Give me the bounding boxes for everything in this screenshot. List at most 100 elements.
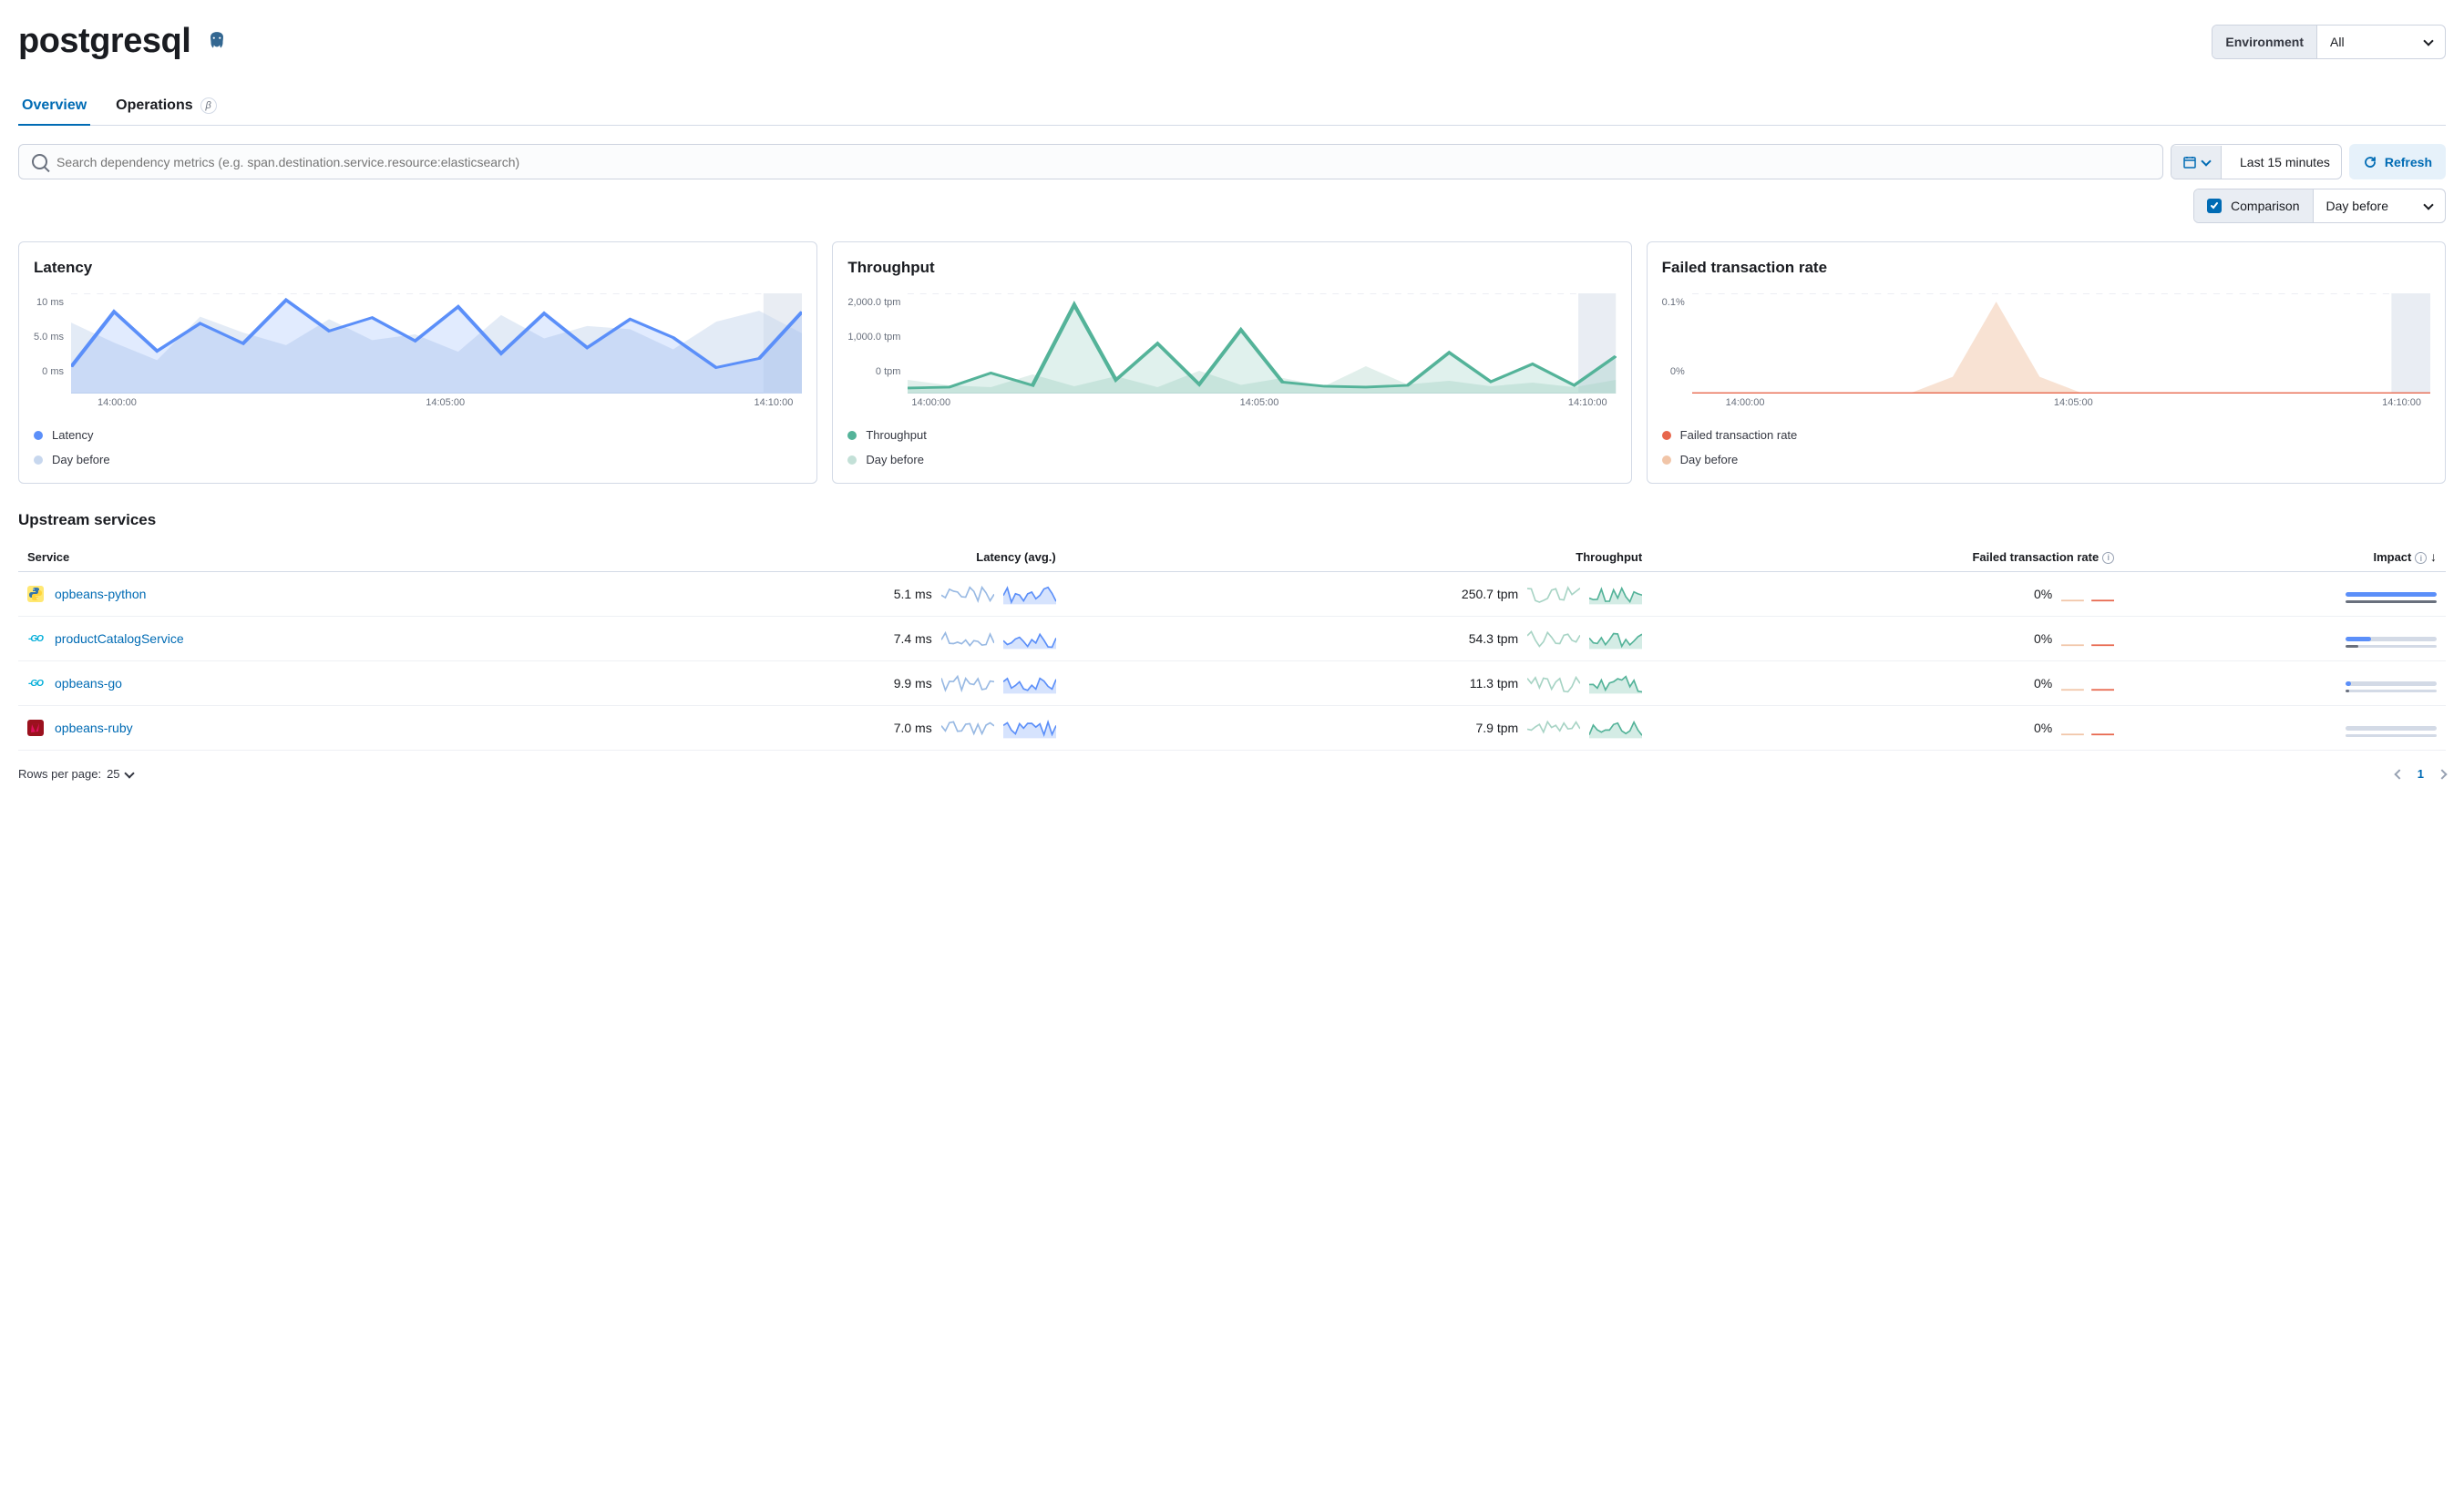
comparison-label: Comparison (2231, 199, 2299, 213)
ruby-icon (27, 720, 44, 736)
tab-operations-label: Operations (116, 97, 192, 114)
failed-value: 0% (2034, 721, 2052, 735)
throughput-value: 11.3 tpm (1470, 676, 1518, 691)
col-service[interactable]: Service (18, 542, 533, 572)
chart-legend: Failed transaction rate Day before (1662, 428, 2430, 466)
legend-dot (1662, 455, 1671, 465)
y-axis: 0.1%0% (1662, 293, 1692, 394)
impact-bar (2346, 592, 2437, 603)
calendar-icon (2182, 155, 2197, 169)
legend-item[interactable]: Throughput (847, 428, 1616, 442)
throughput-value: 7.9 tpm (1475, 721, 1518, 735)
environment-label: Environment (2212, 26, 2317, 58)
legend-label: Latency (52, 428, 94, 442)
y-axis: 2,000.0 tpm1,000.0 tpm0 tpm (847, 293, 908, 394)
timerange-value: Last 15 minutes (2229, 146, 2341, 179)
chevron-down-icon (2201, 156, 2211, 166)
page-next[interactable] (2437, 769, 2447, 779)
chart-plot[interactable] (908, 293, 1616, 394)
service-link[interactable]: opbeans-python (55, 587, 146, 601)
x-axis: 14:00:0014:05:0014:10:00 (34, 397, 802, 408)
legend-item[interactable]: Day before (847, 453, 1616, 466)
legend-dot (847, 431, 857, 440)
x-axis: 14:00:0014:05:0014:10:00 (847, 397, 1616, 408)
failed-value: 0% (2034, 587, 2052, 601)
environment-value: All (2330, 35, 2345, 49)
comparison-select[interactable]: Day before (2314, 189, 2445, 222)
col-failed[interactable]: Failed transaction ratei (1651, 542, 2123, 572)
service-link[interactable]: opbeans-ruby (55, 721, 133, 735)
table-row: opbeans-ruby 7.0 ms 7.9 tpm 0% (18, 706, 2446, 751)
chart-title: Throughput (847, 259, 1616, 277)
chart-legend: Throughput Day before (847, 428, 1616, 466)
legend-label: Failed transaction rate (1680, 428, 1798, 442)
service-link[interactable]: productCatalogService (55, 631, 184, 646)
failed-value: 0% (2034, 676, 2052, 691)
go-icon: -GO (27, 675, 44, 691)
col-impact[interactable]: Impacti ↓ (2123, 542, 2446, 572)
legend-item[interactable]: Failed transaction rate (1662, 428, 2430, 442)
latency-value: 7.4 ms (894, 631, 932, 646)
table-row: -GO opbeans-go 9.9 ms 11.3 tpm 0% (18, 661, 2446, 706)
tab-overview-label: Overview (22, 97, 87, 114)
chart-card-1: Throughput 2,000.0 tpm1,000.0 tpm0 tpm 1… (832, 241, 1631, 484)
x-axis: 14:00:0014:05:0014:10:00 (1662, 397, 2430, 408)
environment-select[interactable]: All (2317, 26, 2445, 58)
chart-card-2: Failed transaction rate 0.1%0% 14:00:001… (1647, 241, 2446, 484)
legend-label: Day before (52, 453, 110, 466)
refresh-label: Refresh (2385, 155, 2432, 169)
comparison-toggle[interactable]: Comparison (2194, 189, 2313, 222)
chevron-down-icon (124, 768, 134, 778)
failed-value: 0% (2034, 631, 2052, 646)
chevron-down-icon (2423, 36, 2433, 46)
table-row: opbeans-python 5.1 ms 250.7 tpm 0% (18, 572, 2446, 617)
table-row: -GO productCatalogService 7.4 ms 54.3 tpm… (18, 617, 2446, 661)
col-throughput[interactable]: Throughput (1065, 542, 1651, 572)
chart-card-0: Latency 10 ms5.0 ms0 ms 14:00:0014:05:00… (18, 241, 817, 484)
refresh-icon (2363, 155, 2377, 169)
legend-item[interactable]: Day before (34, 453, 802, 466)
latency-value: 9.9 ms (894, 676, 932, 691)
go-icon: -GO (27, 630, 44, 647)
upstream-table: Service Latency (avg.) Throughput Failed… (18, 542, 2446, 751)
legend-label: Throughput (866, 428, 927, 442)
chart-plot[interactable] (1692, 293, 2430, 394)
chart-plot[interactable] (71, 293, 802, 394)
throughput-value: 54.3 tpm (1469, 631, 1518, 646)
beta-badge: β (200, 97, 217, 114)
timerange-picker[interactable]: Last 15 minutes (2171, 144, 2342, 179)
chevron-down-icon (2423, 200, 2433, 210)
y-axis: 10 ms5.0 ms0 ms (34, 293, 71, 394)
info-icon: i (2102, 552, 2114, 564)
chart-title: Failed transaction rate (1662, 259, 2430, 277)
tab-overview[interactable]: Overview (18, 88, 90, 125)
impact-bar (2346, 681, 2437, 692)
impact-bar (2346, 726, 2437, 737)
page-prev[interactable] (2394, 769, 2404, 779)
charts-row: Latency 10 ms5.0 ms0 ms 14:00:0014:05:00… (18, 241, 2446, 484)
search-field[interactable] (56, 155, 2150, 169)
service-link[interactable]: opbeans-go (55, 676, 122, 691)
col-latency[interactable]: Latency (avg.) (533, 542, 1065, 572)
upstream-title: Upstream services (18, 511, 2446, 529)
checkbox-icon (2207, 199, 2222, 213)
refresh-button[interactable]: Refresh (2349, 144, 2446, 179)
legend-item[interactable]: Day before (1662, 453, 2430, 466)
comparison-value: Day before (2326, 199, 2388, 213)
legend-item[interactable]: Latency (34, 428, 802, 442)
rows-per-page[interactable]: Rows per page: 25 (18, 767, 133, 781)
search-input[interactable] (18, 144, 2163, 179)
legend-dot (847, 455, 857, 465)
legend-dot (34, 431, 43, 440)
legend-label: Day before (1680, 453, 1739, 466)
latency-value: 5.1 ms (894, 587, 932, 601)
search-icon (32, 154, 47, 169)
postgresql-icon (205, 30, 229, 54)
chart-title: Latency (34, 259, 802, 277)
legend-label: Day before (866, 453, 924, 466)
info-icon: i (2415, 552, 2427, 564)
legend-dot (34, 455, 43, 465)
python-icon (27, 586, 44, 602)
impact-bar (2346, 637, 2437, 648)
tab-operations[interactable]: Operations β (112, 88, 220, 125)
